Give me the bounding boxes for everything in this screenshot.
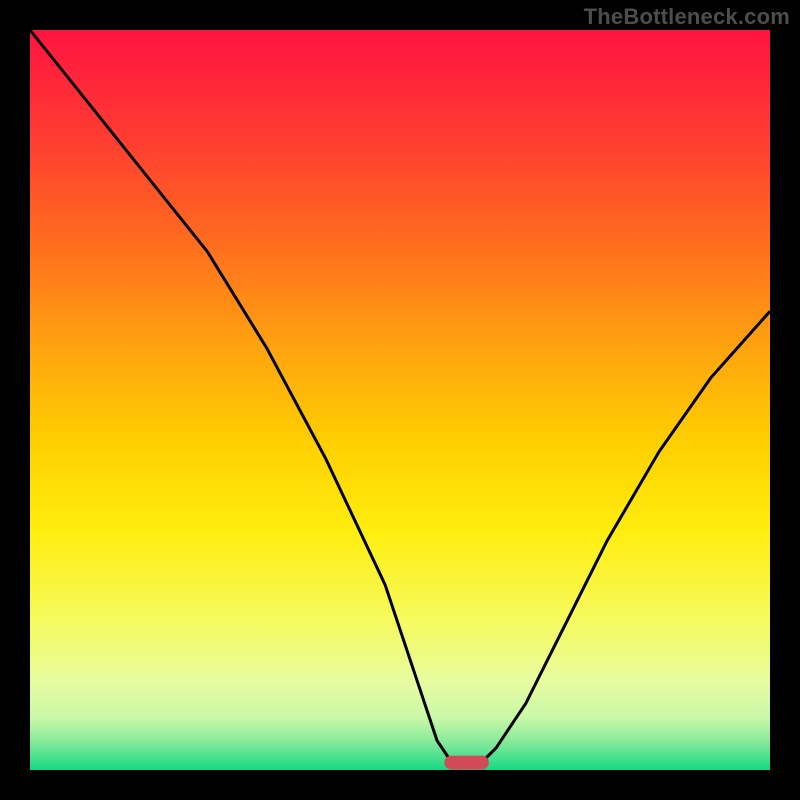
chart-frame: TheBottleneck.com [0, 0, 800, 800]
bottleneck-chart [0, 0, 800, 800]
watermark-text: TheBottleneck.com [584, 4, 790, 30]
plot-background [30, 30, 770, 770]
optimal-marker [444, 756, 488, 770]
